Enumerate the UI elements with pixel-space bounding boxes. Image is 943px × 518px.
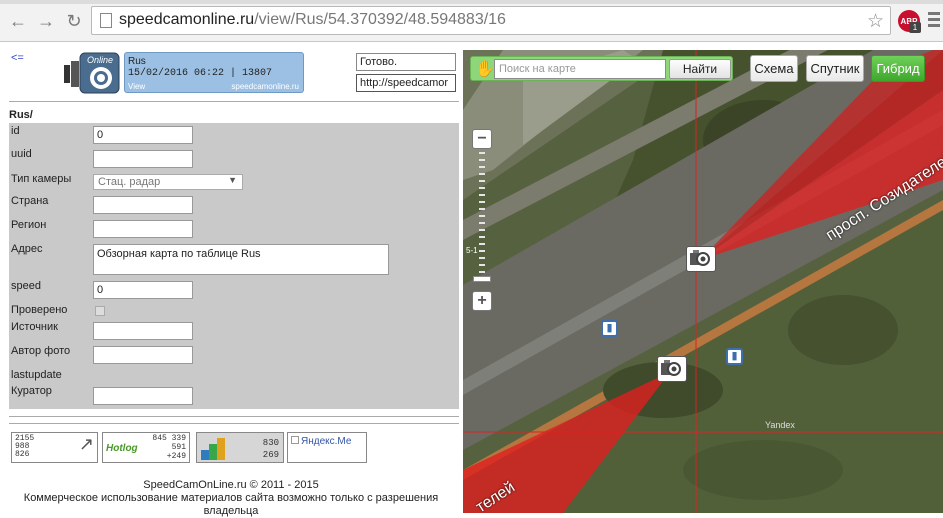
info-timestamp: 15/02/2016 06:22 | 13807 [128, 68, 273, 79]
camera-info-box[interactable]: Rus 15/02/2016 06:22 | 13807 View speedc… [124, 52, 304, 93]
camera-type-select[interactable]: Стац. радар ▼ [93, 174, 243, 190]
bookmark-star-icon[interactable]: ☆ [867, 10, 884, 33]
uuid-label: uuid [11, 148, 32, 160]
curator-label: Куратор [11, 385, 52, 397]
address-label: Адрес [11, 243, 43, 255]
zoom-slider[interactable] [479, 152, 485, 278]
back-link[interactable]: <= [11, 52, 24, 64]
reload-icon[interactable]: ↻ [62, 9, 86, 33]
source-label: Источник [11, 321, 58, 333]
map-find-button[interactable]: Найти [669, 59, 731, 79]
speed-label: speed [11, 280, 41, 292]
divider [9, 416, 459, 417]
zoom-out-button[interactable]: − [472, 129, 492, 149]
country-label: Страна [11, 195, 49, 207]
counter-value: +249 [166, 452, 186, 461]
tab-strip [0, 0, 943, 4]
counter-liveinternet[interactable]: 2155 988 826 ↗ [11, 432, 98, 463]
counter-value: 591 [171, 443, 186, 452]
camera-form: id 0 uuid Тип камеры Стац. радар ▼ Страна… [9, 123, 459, 409]
bar-chart-icon [201, 438, 225, 460]
layer-scheme-button[interactable]: Схема [750, 55, 798, 82]
svg-text:Online: Online [87, 55, 113, 65]
id-input[interactable]: 0 [93, 126, 193, 144]
camera-edit-panel: <= Online Rus 15/02/2016 06:22 | 13807 V… [0, 43, 462, 517]
status-field: Готово. [356, 53, 456, 71]
photo-author-label: Автор фото [11, 345, 71, 357]
yandex-watermark: Yandex [765, 420, 795, 430]
speed-camera-icon[interactable] [657, 356, 687, 382]
counter-bigmir[interactable]: 830 269 [196, 432, 284, 463]
status-url-field[interactable]: http://speedcamor [356, 74, 456, 92]
verified-label: Проверено [11, 304, 68, 316]
address-textarea[interactable]: Обзорная карта по таблице Rus [93, 244, 389, 275]
curator-input[interactable] [93, 387, 193, 405]
speed-camera-icon[interactable] [686, 246, 716, 272]
address-bar[interactable]: speedcamonline.ru/view/Rus/54.370392/48.… [91, 6, 891, 35]
divider [9, 101, 459, 102]
hand-drag-icon[interactable]: ✋ [475, 59, 495, 79]
counter-value: 269 [262, 450, 279, 460]
chevron-down-icon: ▼ [228, 175, 237, 185]
layer-hybrid-button[interactable]: Гибрид [871, 55, 925, 82]
counter-value: 826 [15, 450, 30, 459]
bus-stop-icon[interactable]: ▮ [726, 348, 743, 365]
zoom-slider-handle[interactable] [473, 276, 491, 282]
broken-image-icon [291, 436, 299, 444]
camera-type-label: Тип камеры [11, 173, 72, 185]
counter-yandex-metrika[interactable]: Яндекс.Ме [287, 432, 367, 463]
info-site-label: speedcamonline.ru [231, 82, 299, 91]
uuid-input[interactable] [93, 150, 193, 168]
map-view[interactable]: ✋ Поиск на карте Найти Схема Спутник Гиб… [463, 50, 943, 513]
adblock-count-badge: 1 [909, 22, 921, 33]
divider [9, 423, 459, 424]
browser-toolbar: ← → ↻ speedcamonline.ru/view/Rus/54.3703… [0, 0, 943, 42]
footer-notice: Коммерческое использование материалов са… [23, 492, 439, 517]
zoom-level-label: 5-1 [466, 246, 478, 255]
id-label: id [11, 125, 20, 137]
map-search-bar: ✋ Поиск на карте Найти [470, 56, 733, 81]
arrow-up-right-icon: ↗ [78, 436, 94, 456]
camera-type-value: Стац. радар [98, 176, 161, 188]
speed-input[interactable]: 0 [93, 281, 193, 299]
source-input[interactable] [93, 322, 193, 340]
form-title: Rus/ [9, 109, 33, 121]
satellite-imagery [463, 50, 943, 513]
map-search-input[interactable]: Поиск на карте [494, 59, 666, 79]
url-host: speedcamonline.ru [119, 11, 255, 28]
yandex-metrika-alt: Яндекс.Ме [301, 436, 352, 447]
url-path: /view/Rus/54.370392/48.594883/16 [254, 11, 506, 28]
speedcam-logo: Online [64, 51, 121, 95]
info-country: Rus [128, 56, 146, 67]
counter-value: 830 [262, 438, 279, 448]
footer-copyright: SpeedCamOnLine.ru © 2011 - 2015 [143, 479, 319, 491]
info-view-label: View [128, 82, 146, 91]
page-icon [100, 13, 112, 28]
counter-value: 845 339 [152, 434, 186, 443]
back-arrow-icon[interactable]: ← [6, 9, 30, 33]
country-input[interactable] [93, 196, 193, 214]
zoom-in-button[interactable]: + [472, 291, 492, 311]
lastupdate-label: lastupdate [11, 369, 62, 381]
counter-hotlog[interactable]: Hotlog 845 339 591 +249 [102, 432, 190, 463]
menu-icon[interactable] [928, 12, 942, 28]
region-label: Регион [11, 219, 47, 231]
url-text: speedcamonline.ru/view/Rus/54.370392/48.… [119, 11, 506, 29]
verified-checkbox[interactable] [95, 306, 105, 316]
photo-author-input[interactable] [93, 346, 193, 364]
hotlog-logo: Hotlog [106, 443, 138, 454]
bus-stop-icon[interactable]: ▮ [601, 320, 618, 337]
forward-arrow-icon[interactable]: → [34, 9, 58, 33]
layer-satellite-button[interactable]: Спутник [806, 55, 864, 82]
region-input[interactable] [93, 220, 193, 238]
